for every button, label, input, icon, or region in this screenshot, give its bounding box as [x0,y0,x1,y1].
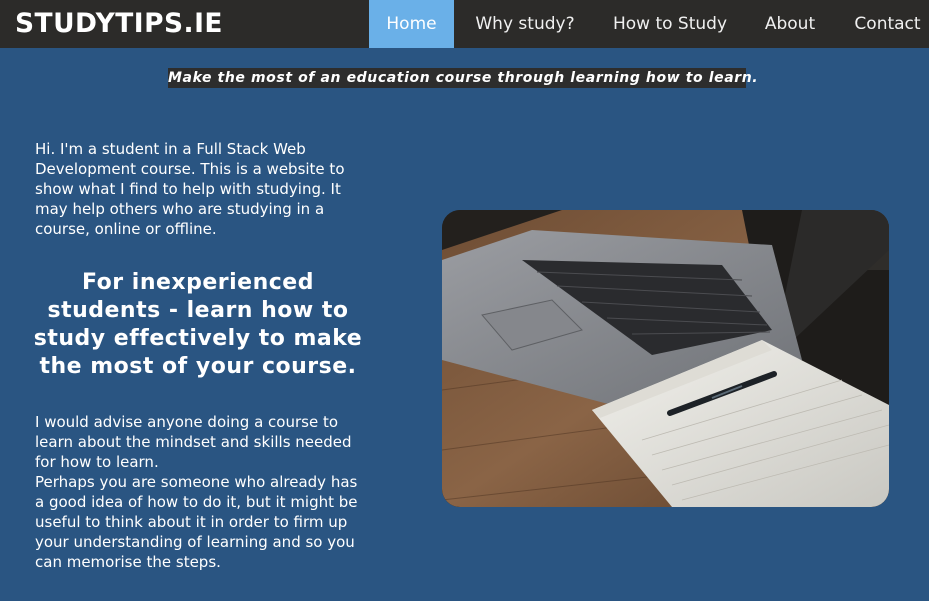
advice-paragraph: I would advise anyone doing a course to … [35,412,370,572]
tagline-text: Make the most of an education course thr… [168,70,759,86]
main-headline: For inexperienced students - learn how t… [33,270,363,379]
hero-image-laptop-notebook [442,210,889,507]
nav-contact[interactable]: Contact [846,0,929,48]
laptop-desk-illustration [442,210,889,507]
tagline-banner: Make the most of an education course thr… [168,68,759,88]
brand-logo[interactable]: STUDYTIPS.IE [15,7,223,41]
advice-line-2: Perhaps you are someone who already has … [35,473,358,571]
nav-how-to-study[interactable]: How to Study [605,0,735,48]
nav-home[interactable]: Home [369,0,454,48]
top-navbar: STUDYTIPS.IE Home Why study? How to Stud… [0,0,929,48]
nav-why-study[interactable]: Why study? [466,0,584,48]
intro-paragraph: Hi. I'm a student in a Full Stack Web De… [35,140,345,238]
advice-line-1: I would advise anyone doing a course to … [35,413,352,471]
nav-about[interactable]: About [755,0,825,48]
